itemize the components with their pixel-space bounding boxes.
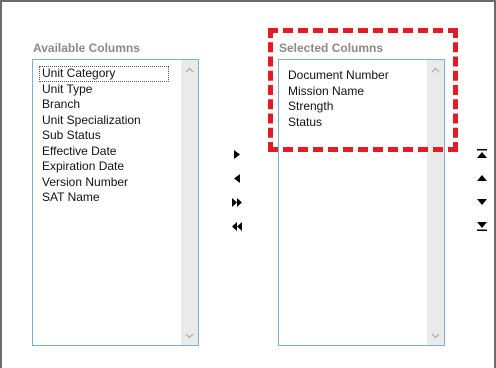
- list-item[interactable]: Unit Category: [39, 66, 169, 82]
- selected-columns-heading: Selected Columns: [279, 41, 384, 55]
- move-to-top-icon: [477, 149, 487, 158]
- move-bottom-button[interactable]: [476, 221, 488, 231]
- list-item[interactable]: Document Number: [279, 68, 427, 84]
- move-to-bottom-icon: [477, 222, 487, 231]
- caret-right-icon: [234, 149, 240, 159]
- move-all-left-button[interactable]: [231, 221, 243, 231]
- list-item[interactable]: Unit Specialization: [33, 113, 181, 129]
- list-item[interactable]: Version Number: [33, 175, 181, 191]
- caret-left-icon: [234, 173, 240, 183]
- list-item[interactable]: Branch: [33, 97, 181, 113]
- list-item[interactable]: Strength: [279, 99, 427, 115]
- available-columns-items: Unit Category Unit Type Branch Unit Spec…: [33, 60, 181, 206]
- available-columns-list[interactable]: Unit Category Unit Type Branch Unit Spec…: [32, 59, 199, 346]
- move-down-button[interactable]: [476, 197, 488, 207]
- scroll-up-icon[interactable]: [181, 61, 198, 78]
- move-left-button[interactable]: [231, 173, 243, 183]
- scroll-up-icon[interactable]: [427, 61, 444, 78]
- list-item[interactable]: Effective Date: [33, 144, 181, 160]
- column-chooser-panel: Available Columns Selected Columns Unit …: [0, 0, 496, 368]
- available-columns-heading: Available Columns: [33, 41, 140, 55]
- list-item[interactable]: Unit Type: [33, 82, 181, 98]
- double-caret-left-icon: [232, 221, 242, 231]
- list-item[interactable]: SAT Name: [33, 190, 181, 206]
- list-item[interactable]: Sub Status: [33, 128, 181, 144]
- available-list-scrollbar[interactable]: [181, 60, 198, 345]
- move-up-button[interactable]: [476, 173, 488, 183]
- caret-up-icon: [477, 175, 487, 181]
- list-item[interactable]: Expiration Date: [33, 159, 181, 175]
- caret-down-icon: [477, 199, 487, 205]
- selected-list-scrollbar[interactable]: [427, 60, 444, 345]
- move-right-button[interactable]: [231, 149, 243, 159]
- double-caret-right-icon: [232, 197, 242, 207]
- scroll-down-icon[interactable]: [181, 327, 198, 344]
- list-item[interactable]: Status: [279, 115, 427, 131]
- scroll-down-icon[interactable]: [427, 327, 444, 344]
- selected-columns-list[interactable]: Document Number Mission Name Strength St…: [278, 59, 445, 346]
- move-top-button[interactable]: [476, 149, 488, 159]
- selected-columns-items: Document Number Mission Name Strength St…: [279, 60, 427, 130]
- move-all-right-button[interactable]: [231, 197, 243, 207]
- list-item[interactable]: Mission Name: [279, 84, 427, 100]
